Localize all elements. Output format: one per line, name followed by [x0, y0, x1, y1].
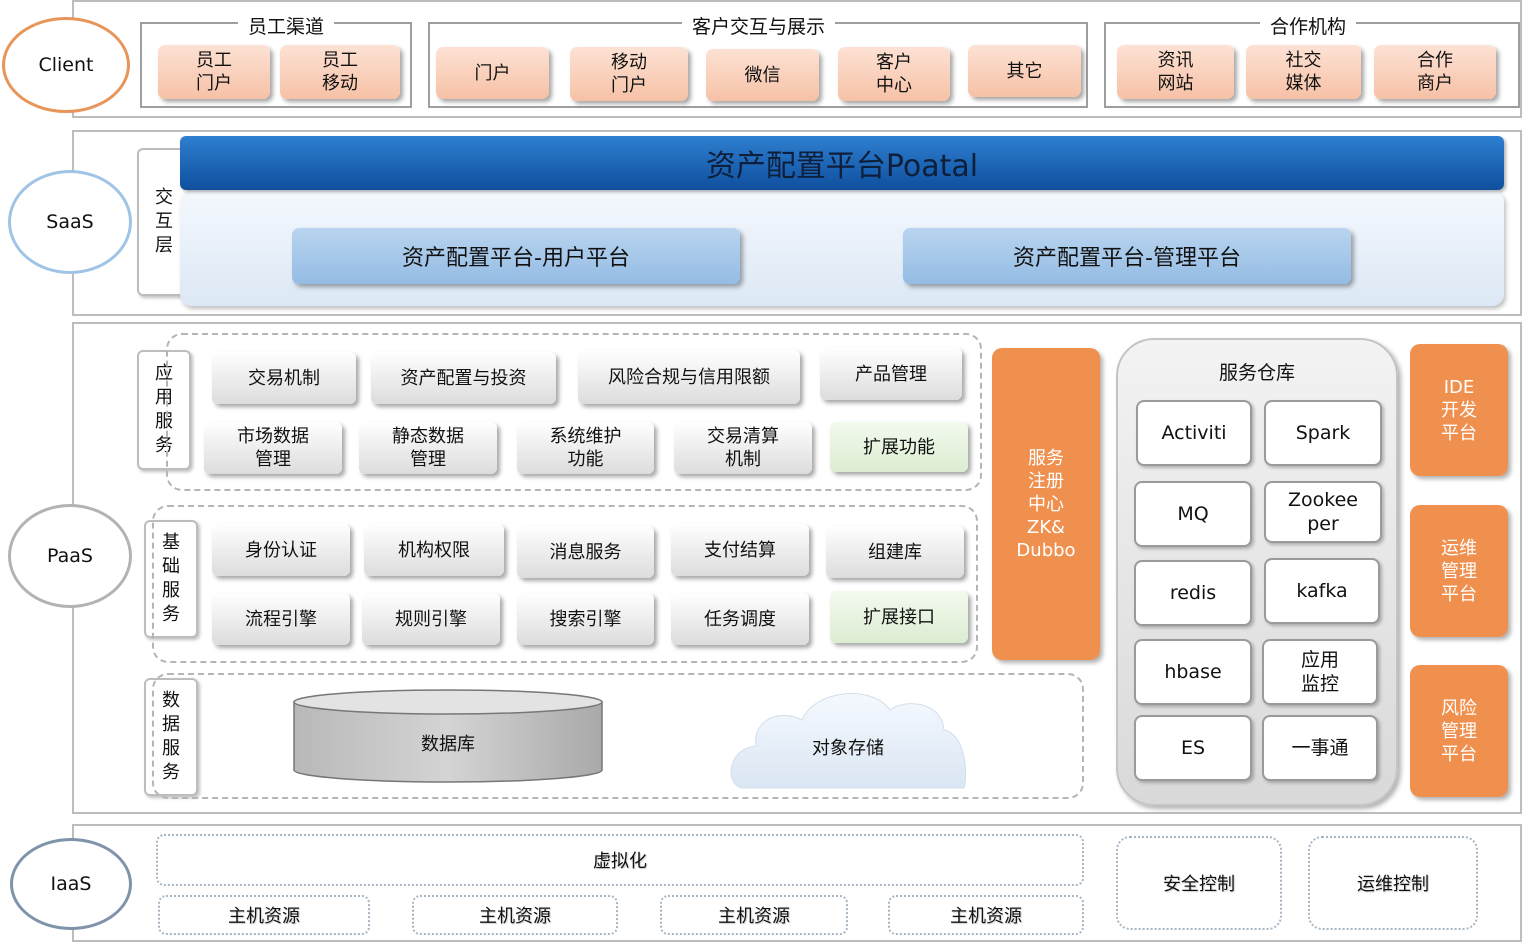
app-item-asset-allocation: 资产配置与投资	[371, 352, 556, 404]
basic-item-extension-interfaces: 扩展接口	[830, 591, 968, 643]
database-cylinder: 数据库	[292, 688, 604, 784]
client-oval: Client	[2, 17, 130, 113]
host-resource-label: 主机资源	[228, 906, 300, 927]
basic-item-payment-settlement: 支付结算	[671, 524, 809, 576]
paas-label: PaaS	[47, 545, 93, 567]
app-item-extension-functions: 扩展功能	[830, 422, 968, 472]
warehouse-item-activiti: Activiti	[1136, 400, 1252, 466]
group-employee-channel-title: 员工渠道	[238, 16, 335, 38]
warehouse-item-redis: redis	[1134, 560, 1252, 626]
app-item-trade-clearing: 交易清算 机制	[674, 422, 812, 474]
client-item-portal: 门户	[436, 47, 549, 99]
basic-item-search-engine: 搜索引擎	[517, 593, 654, 645]
client-label: Client	[38, 54, 94, 76]
client-item-other: 其它	[968, 45, 1081, 97]
app-item-trading-mechanism: 交易机制	[212, 352, 356, 404]
client-item-mobile-portal: 移动 门户	[570, 47, 688, 101]
iaas-label: IaaS	[50, 873, 92, 895]
virtualization-label: 虚拟化	[593, 851, 647, 872]
object-storage-label: 对象存储	[812, 738, 884, 759]
host-resource-label: 主机资源	[479, 906, 551, 927]
client-item-employee-mobile: 员工 移动	[280, 45, 400, 99]
user-platform-box: 资产配置平台-用户平台	[292, 228, 740, 284]
app-item-market-data: 市场数据 管理	[204, 422, 342, 474]
host-resource-label: 主机资源	[950, 906, 1022, 927]
basic-item-task-scheduling: 任务调度	[671, 593, 809, 645]
app-item-system-maintenance: 系统维护 功能	[517, 422, 654, 474]
service-registry-box: 服务 注册 中心 ZK& Dubbo	[992, 348, 1100, 660]
warehouse-item-kafka: kafka	[1264, 558, 1380, 624]
basic-item-workflow-engine: 流程引擎	[212, 593, 350, 645]
service-warehouse-title: 服务仓库	[1218, 362, 1295, 384]
client-item-customer-center: 客户 中心	[838, 47, 950, 101]
paas-oval: PaaS	[8, 504, 132, 608]
ops-control-box: 运维控制	[1308, 836, 1478, 930]
client-item-social-media: 社交 媒体	[1246, 45, 1361, 99]
basic-item-authentication: 身份认证	[212, 524, 350, 576]
security-control-box: 安全控制	[1116, 836, 1282, 930]
warehouse-item-es: ES	[1134, 715, 1252, 781]
group-partners-title: 合作机构	[1260, 16, 1357, 38]
ops-control-label: 运维控制	[1357, 874, 1429, 895]
host-resource-label: 主机资源	[718, 906, 790, 927]
app-item-static-data: 静态数据 管理	[359, 422, 497, 474]
warehouse-item-mq: MQ	[1134, 481, 1252, 547]
basic-item-rules-engine: 规则引擎	[362, 593, 500, 645]
host-resource-3: 主机资源	[660, 895, 848, 935]
iaas-oval: IaaS	[10, 838, 132, 930]
app-item-product-management: 产品管理	[820, 348, 962, 400]
warehouse-item-yishitong: 一事通	[1262, 715, 1378, 781]
user-platform-label: 资产配置平台-用户平台	[402, 246, 630, 271]
client-item-partner-merchant: 合作 商户	[1374, 45, 1496, 99]
basic-item-messaging: 消息服务	[517, 526, 654, 578]
client-item-wechat: 微信	[706, 49, 819, 101]
warehouse-item-spark: Spark	[1264, 400, 1382, 466]
warehouse-item-hbase: hbase	[1134, 639, 1252, 705]
client-item-employee-portal: 员工 门户	[158, 45, 270, 99]
group-customer-interaction-title: 客户交互与展示	[682, 16, 836, 38]
virtualization-box: 虚拟化	[156, 834, 1084, 886]
warehouse-item-zookeeper: Zookee per	[1264, 481, 1382, 543]
risk-management-platform: 风险 管理 平台	[1410, 665, 1508, 797]
security-control-label: 安全控制	[1163, 874, 1235, 895]
saas-label: SaaS	[46, 211, 94, 233]
app-item-risk-compliance: 风险合规与信用限额	[578, 350, 800, 404]
basic-item-org-permissions: 机构权限	[364, 524, 504, 576]
host-resource-2: 主机资源	[412, 895, 618, 935]
admin-platform-label: 资产配置平台-管理平台	[1013, 246, 1241, 271]
host-resource-1: 主机资源	[158, 895, 370, 935]
object-storage-cloud: 对象存储	[730, 684, 966, 790]
admin-platform-box: 资产配置平台-管理平台	[903, 228, 1351, 284]
portal-title: 资产配置平台Poatal	[705, 149, 979, 184]
ops-management-platform: 运维 管理 平台	[1410, 505, 1508, 637]
saas-oval: SaaS	[8, 170, 132, 274]
basic-item-component-library: 组建库	[826, 526, 964, 578]
client-item-news-site: 资讯 网站	[1117, 45, 1234, 99]
ide-dev-platform: IDE 开发 平台	[1410, 344, 1508, 476]
database-label: 数据库	[421, 734, 475, 755]
warehouse-item-app-monitoring: 应用 监控	[1262, 639, 1378, 705]
host-resource-4: 主机资源	[888, 895, 1084, 935]
portal-bar: 资产配置平台Poatal	[180, 136, 1504, 190]
